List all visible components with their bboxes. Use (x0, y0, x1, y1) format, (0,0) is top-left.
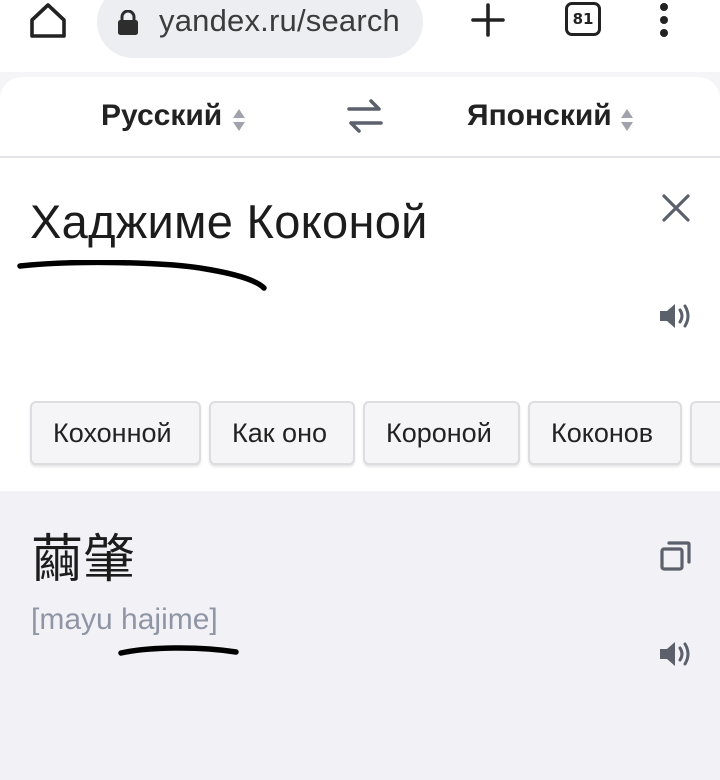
url-text[interactable]: yandex.ru/search (159, 3, 400, 39)
source-text[interactable]: Хаджиме Коконой (30, 194, 428, 249)
home-icon[interactable] (26, 0, 70, 44)
suggestion-chip[interactable]: Как оно (209, 401, 355, 465)
suggestion-chip[interactable]: Кохонной (30, 401, 201, 465)
lock-icon (118, 10, 138, 35)
plus-icon[interactable] (470, 2, 506, 38)
speaker-icon[interactable] (657, 639, 693, 669)
target-language-select[interactable]: Японский (467, 99, 612, 133)
language-bar: Русский Японский (0, 77, 720, 158)
suggestion-chip[interactable] (690, 401, 720, 465)
swap-languages-icon[interactable] (345, 97, 385, 135)
suggestion-chip[interactable]: Коконов (528, 401, 682, 465)
sort-arrows-icon[interactable] (232, 107, 246, 133)
tab-count: 81 (572, 10, 594, 28)
ink-underline (17, 260, 267, 291)
speaker-icon[interactable] (657, 301, 693, 331)
copy-icon[interactable] (660, 540, 692, 572)
tabs-counter-icon[interactable]: 81 (565, 2, 601, 36)
sort-arrows-icon[interactable] (620, 107, 634, 133)
close-icon[interactable] (656, 188, 696, 228)
address-bar[interactable]: yandex.ru/search (97, 0, 423, 58)
source-language-select[interactable]: Русский (101, 99, 222, 133)
translator-card: Русский Японский Хаджиме Коконой Кохонно… (0, 77, 720, 780)
translation-text: 繭肇 (31, 530, 136, 590)
ink-underline (118, 645, 239, 656)
more-vertical-icon[interactable] (655, 2, 673, 42)
transliteration-text: [mayu hajime] (31, 603, 218, 636)
browser-toolbar: yandex.ru/search 81 (0, 0, 720, 72)
translation-result: 繭肇 [mayu hajime] (0, 491, 720, 780)
suggestion-chip[interactable]: Короной (363, 401, 520, 465)
